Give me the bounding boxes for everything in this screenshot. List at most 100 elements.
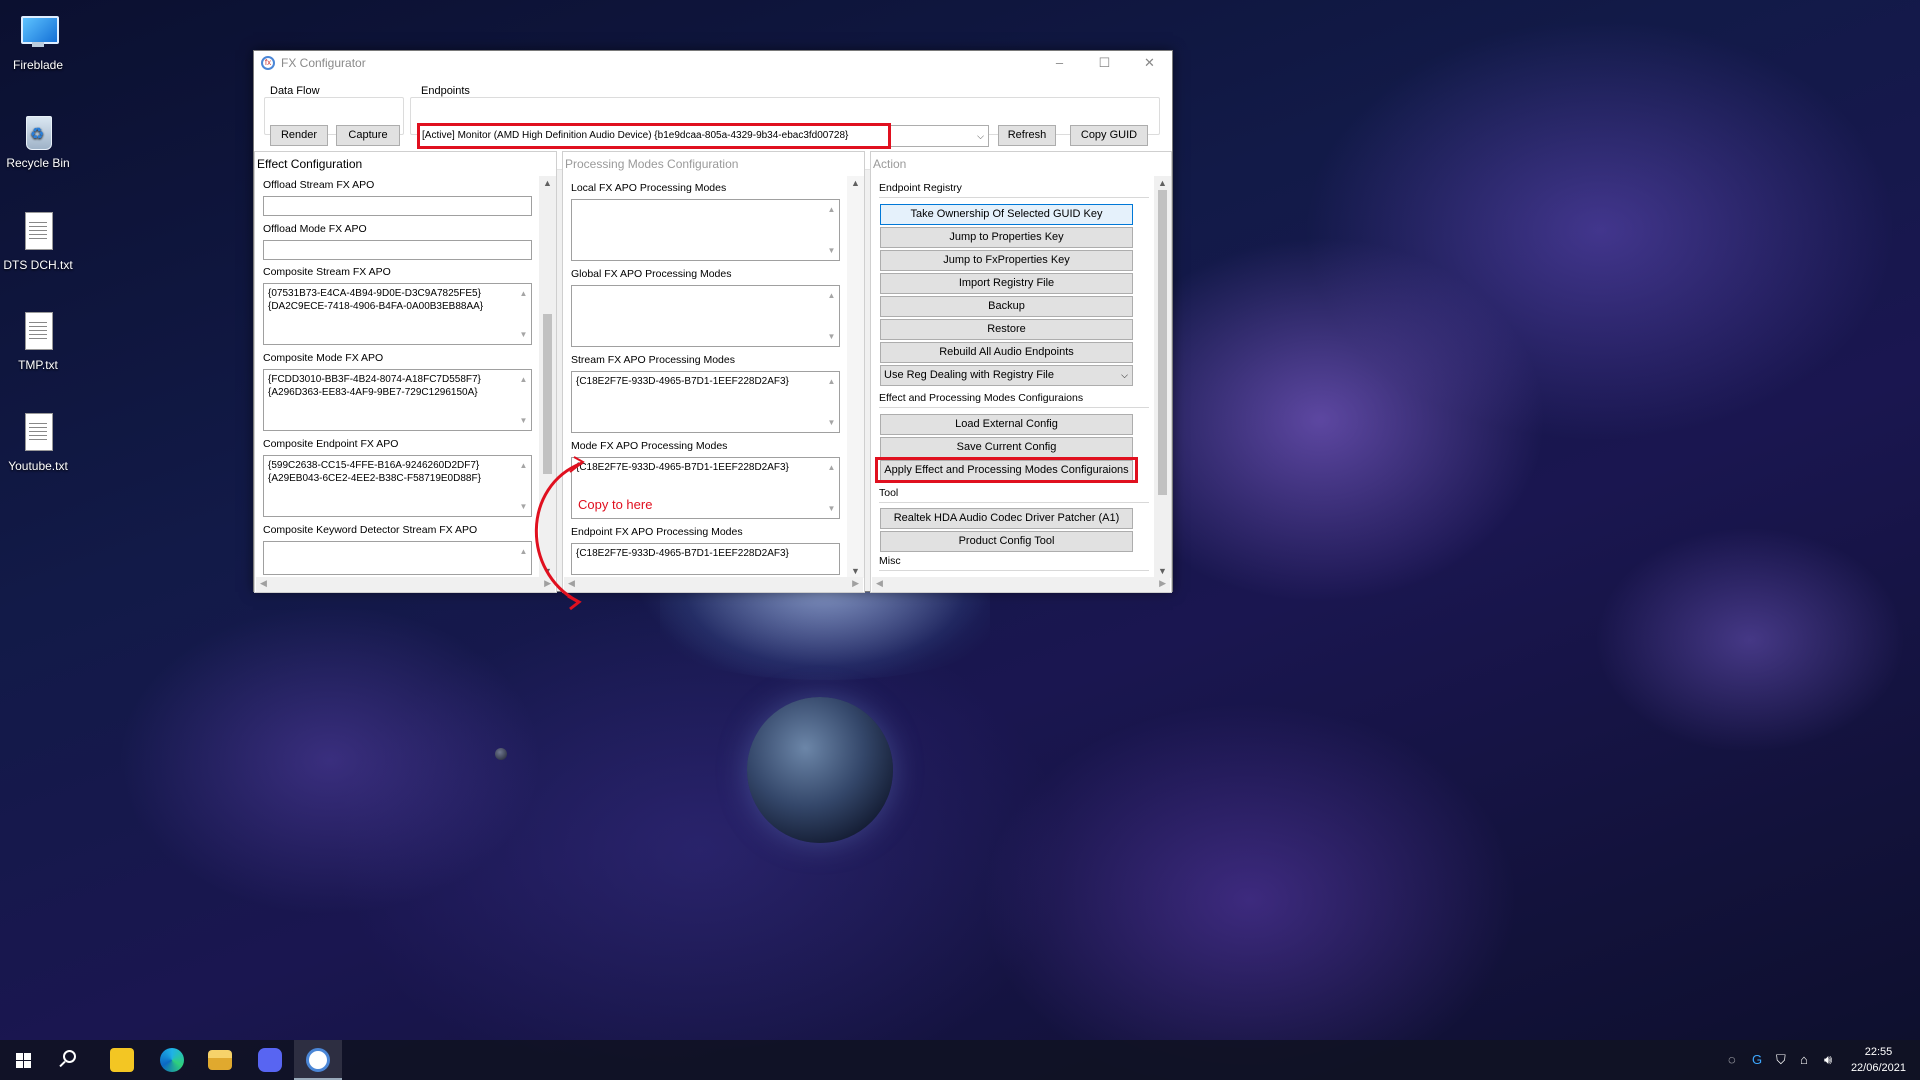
maximize-button[interactable]: ☐	[1082, 51, 1127, 75]
guid-line: {FCDD3010-BB3F-4B24-8074-A18FC7D558F7}	[268, 374, 481, 385]
offload-mode-input[interactable]	[263, 240, 532, 260]
taskbar-app-explorer[interactable]	[196, 1040, 244, 1080]
copy-guid-button[interactable]: Copy GUID	[1070, 125, 1148, 146]
search-icon	[63, 1050, 76, 1063]
scroll-thumb[interactable]	[543, 314, 552, 474]
desktop-icon-dts-dch[interactable]: DTS DCH.txt	[2, 210, 74, 272]
search-button[interactable]	[48, 1040, 96, 1080]
app-icon: fx	[261, 56, 275, 70]
composite-stream-label: Composite Stream FX APO	[263, 266, 391, 278]
desktop-icon-label: Recycle Bin	[6, 156, 70, 170]
textarea-scrollbar[interactable]: ▲ ▼	[825, 373, 838, 431]
wallpaper-planet-arc	[660, 590, 990, 680]
global-modes-label: Global FX APO Processing Modes	[571, 268, 732, 280]
highlight-apply	[875, 457, 1138, 483]
jump-properties-button[interactable]: Jump to Properties Key	[880, 227, 1133, 248]
endpoint-modes-textarea[interactable]: {C18E2F7E-933D-4965-B7D1-1EEF228D2AF3}	[571, 543, 840, 575]
monitor-icon	[18, 10, 59, 54]
effect-configuration-pane: Effect Configuration Offload Stream FX A…	[254, 151, 557, 593]
highlight-endpoint	[417, 123, 891, 149]
close-button[interactable]: ✕	[1127, 51, 1172, 75]
guid-line: {C18E2F7E-933D-4965-B7D1-1EEF228D2AF3}	[576, 376, 789, 387]
clock-time: 22:55	[1864, 1046, 1893, 1058]
scroll-thumb[interactable]	[1158, 190, 1167, 495]
taskbar-app-discord[interactable]	[246, 1040, 294, 1080]
composite-keyword-textarea[interactable]: ▲	[263, 541, 532, 575]
misc-section: Misc	[879, 555, 901, 567]
endpoints-label: Endpoints	[419, 85, 472, 97]
section-divider	[879, 502, 1149, 503]
product-config-tool-button[interactable]: Product Config Tool	[880, 531, 1133, 552]
save-current-config-button[interactable]: Save Current Config	[880, 437, 1133, 458]
desktop-icon-recycle-bin[interactable]: Recycle Bin	[2, 108, 74, 170]
composite-keyword-label: Composite Keyword Detector Stream FX APO	[263, 524, 478, 536]
guid-line: {07531B73-E4CA-4B94-9D0E-D3C9A7825FE5}	[268, 288, 481, 299]
tray-status-icon[interactable]: ◌	[1728, 1040, 1736, 1080]
start-icon	[16, 1053, 31, 1068]
taskbar-clock[interactable]: 22:55 22/06/2021	[1851, 1044, 1906, 1076]
tray-security-icon[interactable]: ⛉	[1776, 1040, 1786, 1080]
guid-line: {A29EB043-6CE2-4EE2-B38C-F58719E0D88F}	[268, 473, 481, 484]
minimize-button[interactable]: –	[1037, 51, 1082, 75]
tray-logitech-icon[interactable]: G	[1752, 1040, 1762, 1080]
action-pane-hscrollbar[interactable]: ◀ ▶	[872, 577, 1170, 592]
backup-button[interactable]: Backup	[880, 296, 1133, 317]
section-divider	[879, 197, 1149, 198]
taskbar-app-edge[interactable]	[148, 1040, 196, 1080]
guid-line: {C18E2F7E-933D-4965-B7D1-1EEF228D2AF3}	[576, 548, 789, 559]
rebuild-endpoints-button[interactable]: Rebuild All Audio Endpoints	[880, 342, 1133, 363]
volume-icon[interactable]: 🔊︎	[1824, 1040, 1832, 1080]
scroll-up-icon[interactable]: ▲	[1154, 178, 1171, 188]
render-button[interactable]: Render	[270, 125, 328, 146]
jump-fxproperties-button[interactable]: Jump to FxProperties Key	[880, 250, 1133, 271]
import-registry-button[interactable]: Import Registry File	[880, 273, 1133, 294]
restore-button[interactable]: Restore	[880, 319, 1133, 340]
action-pane-scrollbar[interactable]: ▲ ▼	[1154, 176, 1171, 578]
local-modes-textarea[interactable]: ▲ ▼	[571, 199, 840, 261]
take-ownership-button[interactable]: Take Ownership Of Selected GUID Key	[880, 204, 1133, 225]
effect-pane-hscrollbar[interactable]: ◀ ▶	[256, 577, 555, 592]
desktop-icon-label: Fireblade	[12, 58, 64, 72]
endpoint-registry-section: Endpoint Registry	[879, 182, 962, 194]
composite-stream-textarea[interactable]: {07531B73-E4CA-4B94-9D0E-D3C9A7825FE5} {…	[263, 283, 532, 345]
textarea-scrollbar[interactable]: ▲ ▼	[825, 201, 838, 259]
global-modes-textarea[interactable]: ▲ ▼	[571, 285, 840, 347]
taskbar-app-file-manager[interactable]	[98, 1040, 146, 1080]
offload-stream-label: Offload Stream FX APO	[263, 179, 375, 191]
load-external-config-button[interactable]: Load External Config	[880, 414, 1133, 435]
file-explorer-icon	[208, 1050, 232, 1070]
composite-mode-textarea[interactable]: {FCDD3010-BB3F-4B24-8074-A18FC7D558F7} {…	[263, 369, 532, 431]
processing-pane-hscrollbar[interactable]: ◀ ▶	[564, 577, 863, 592]
reg-dealing-select[interactable]: Use Reg Dealing with Registry File ⌵	[880, 365, 1133, 386]
offload-mode-label: Offload Mode FX APO	[263, 223, 367, 235]
start-button[interactable]	[0, 1040, 48, 1080]
desktop-icon-fireblade[interactable]: Fireblade	[2, 10, 74, 72]
stream-modes-textarea[interactable]: {C18E2F7E-933D-4965-B7D1-1EEF228D2AF3} ▲…	[571, 371, 840, 433]
textarea-scrollbar[interactable]: ▲ ▼	[825, 459, 838, 517]
composite-endpoint-textarea[interactable]: {599C2638-CC15-4FFE-B16A-9246260D2DF7} {…	[263, 455, 532, 517]
effect-modes-section: Effect and Processing Modes Configuraion…	[879, 392, 1084, 404]
processing-modes-pane: Processing Modes Configuration Local FX …	[562, 151, 865, 593]
desktop-icon-tmp[interactable]: TMP.txt	[2, 310, 74, 372]
scroll-down-icon[interactable]: ▼	[1154, 566, 1171, 576]
scroll-up-icon[interactable]: ▲	[847, 178, 864, 188]
desktop-icon-youtube[interactable]: Youtube.txt	[2, 411, 74, 473]
capture-button[interactable]: Capture	[336, 125, 400, 146]
processing-pane-scrollbar[interactable]: ▲ ▼	[847, 176, 864, 578]
guid-line: {A296D363-EE83-4AF9-9BE7-729C1296150A}	[268, 387, 478, 398]
textarea-scrollbar[interactable]: ▲ ▼	[517, 371, 530, 429]
textarea-scrollbar[interactable]: ▲ ▼	[825, 287, 838, 345]
chevron-down-icon: ⌵	[1121, 370, 1128, 380]
scroll-down-icon[interactable]: ▼	[847, 566, 864, 576]
realtek-patcher-button[interactable]: Realtek HDA Audio Codec Driver Patcher (…	[880, 508, 1133, 529]
desktop-icon-label: TMP.txt	[18, 358, 58, 372]
refresh-button[interactable]: Refresh	[998, 125, 1056, 146]
title-bar[interactable]: fx FX Configurator – ☐ ✕	[254, 51, 1172, 75]
text-file-icon	[18, 310, 58, 354]
textarea-scrollbar[interactable]: ▲ ▼	[517, 285, 530, 343]
desktop-icon-label: Youtube.txt	[8, 459, 68, 473]
scroll-up-icon[interactable]: ▲	[539, 178, 556, 188]
offload-stream-input[interactable]	[263, 196, 532, 216]
taskbar-app-fx-configurator[interactable]	[294, 1040, 342, 1080]
network-icon[interactable]: ⌂	[1800, 1040, 1808, 1080]
